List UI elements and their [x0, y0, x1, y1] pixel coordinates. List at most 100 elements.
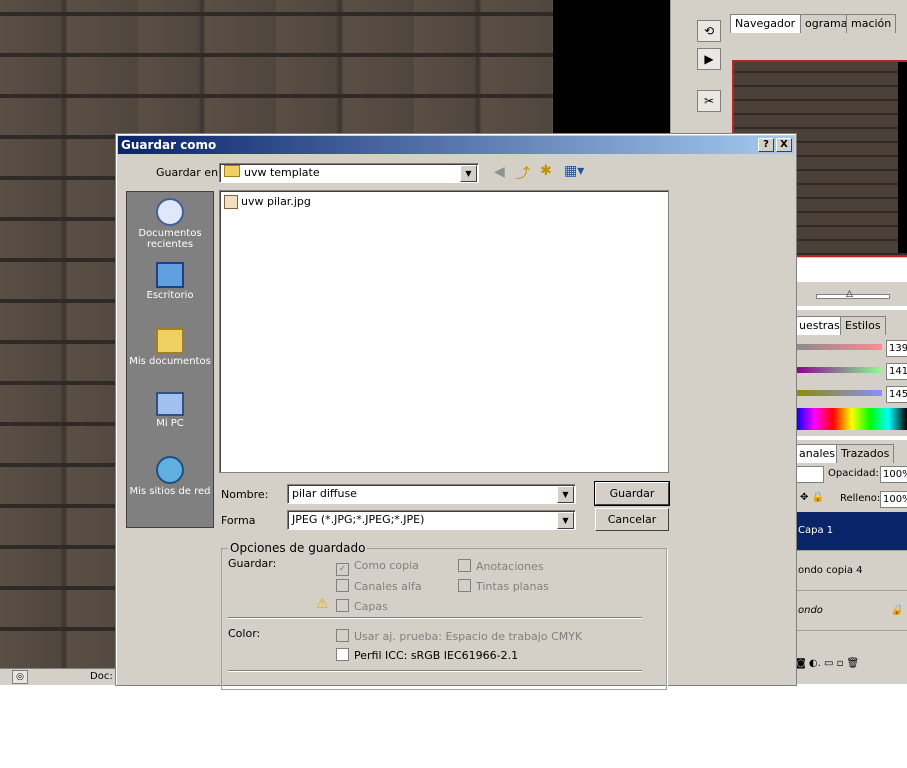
- lock-icons[interactable]: ✥ 🔒: [800, 492, 824, 503]
- green-value[interactable]: 141: [886, 363, 907, 380]
- red-value[interactable]: 139: [886, 340, 907, 357]
- icc-profile-checkbox[interactable]: Perfil ICC: sRGB IEC61966-2.1: [336, 648, 518, 662]
- warning-icon: ⚠: [316, 596, 329, 612]
- canvas-background: [553, 0, 670, 135]
- red-slider[interactable]: [796, 344, 882, 350]
- navigator-preview-edge: [898, 62, 907, 253]
- folder-icon: [224, 165, 240, 177]
- view-menu-icon[interactable]: ▦▾: [564, 163, 584, 179]
- use-proof-checkbox[interactable]: Usar aj. prueba: Espacio de trabajo CMYK: [336, 629, 582, 643]
- status-menu-icon[interactable]: ◎: [12, 670, 28, 684]
- color-panel: uestras Estilos 139 141 145: [794, 310, 907, 436]
- close-button[interactable]: X: [776, 138, 792, 152]
- zoom-slider[interactable]: △: [796, 282, 907, 306]
- color-spectrum[interactable]: [796, 408, 907, 430]
- chevron-down-icon: ▼: [557, 486, 574, 503]
- place-label: Mis sitios de red: [129, 486, 211, 497]
- save-in-value: uvw template: [244, 166, 320, 179]
- format-label: Forma: [221, 514, 256, 527]
- save-label: Guardar:: [228, 557, 277, 570]
- checkbox-label: Canales alfa: [354, 580, 422, 593]
- blend-mode-select[interactable]: [796, 466, 824, 483]
- place-recent[interactable]: Documentos recientes: [127, 198, 213, 250]
- dialog-title: Guardar como: [121, 138, 217, 152]
- place-label: Documentos recientes: [138, 228, 202, 250]
- network-places-icon: [156, 456, 184, 484]
- my-computer-icon: [156, 392, 184, 416]
- checkbox-label: Perfil ICC: sRGB IEC61966-2.1: [354, 649, 519, 662]
- up-folder-icon[interactable]: ⤴: [516, 163, 530, 183]
- file-name-value: pilar diffuse: [292, 487, 357, 500]
- dialog-titlebar[interactable]: Guardar como ? X: [118, 136, 794, 154]
- help-button[interactable]: ?: [758, 138, 774, 152]
- tab-channels[interactable]: anales: [794, 444, 841, 463]
- layer-name: ondo: [798, 605, 823, 616]
- desktop-icon: [156, 262, 184, 288]
- checkbox-label: Tintas planas: [476, 580, 549, 593]
- recent-documents-icon: [156, 198, 184, 226]
- color-label: Color:: [228, 627, 261, 640]
- list-item[interactable]: uvw pilar.jpg: [224, 195, 311, 209]
- checkbox-label: Usar aj. prueba: Espacio de trabajo CMYK: [354, 630, 583, 643]
- alpha-channels-checkbox[interactable]: Canales alfa: [336, 579, 422, 593]
- save-button[interactable]: Guardar: [594, 481, 670, 506]
- place-desktop[interactable]: Escritorio: [127, 262, 213, 301]
- fill-input[interactable]: 100%: [880, 491, 907, 508]
- layers-checkbox[interactable]: Capas: [336, 599, 388, 613]
- opacity-input[interactable]: 100%: [880, 466, 907, 483]
- layer-row[interactable]: ondo 🔒: [796, 592, 907, 631]
- options-divider: [228, 617, 642, 619]
- green-slider[interactable]: [796, 367, 882, 373]
- save-in-label: Guardar en:: [156, 166, 222, 179]
- chevron-down-icon: ▼: [460, 165, 477, 182]
- layer-row[interactable]: ondo copia 4: [796, 552, 907, 591]
- file-list[interactable]: uvw pilar.jpg: [219, 190, 669, 473]
- new-folder-icon[interactable]: ✱: [540, 163, 552, 179]
- back-icon[interactable]: ◀: [494, 164, 505, 180]
- tool-strip: ⟲ ▶ ✂: [696, 0, 726, 135]
- tab-info[interactable]: mación: [846, 14, 897, 33]
- format-select[interactable]: JPEG (*.JPG;*.JPEG;*.JPE) ▼: [287, 510, 576, 530]
- blue-slider[interactable]: [796, 390, 882, 396]
- blue-value[interactable]: 145: [886, 386, 907, 403]
- file-name-input[interactable]: pilar diffuse ▼: [287, 484, 576, 504]
- fill-label: Relleno:: [840, 493, 881, 504]
- place-label: Mis documentos: [129, 356, 211, 367]
- history-tool-icon[interactable]: ⟲: [697, 20, 721, 42]
- as-copy-checkbox[interactable]: ✓ Como copia: [336, 559, 419, 576]
- place-my-pc[interactable]: Mi PC: [127, 392, 213, 429]
- name-label: Nombre:: [221, 488, 269, 501]
- save-in-select[interactable]: uvw template ▼: [219, 163, 479, 183]
- layers-panel: anales Trazados Opacidad: 100% ✥ 🔒 Relle…: [794, 440, 907, 684]
- save-as-dialog: Guardar como ? X Guardar en: uvw templat…: [115, 133, 797, 690]
- spot-colors-checkbox[interactable]: Tintas planas: [458, 579, 549, 593]
- actions-play-icon[interactable]: ▶: [697, 48, 721, 70]
- checkbox-label: Como copia: [354, 559, 419, 572]
- cancel-button[interactable]: Cancelar: [595, 508, 669, 531]
- place-label: Mi PC: [156, 418, 184, 429]
- format-value: JPEG (*.JPG;*.JPEG;*.JPE): [292, 513, 425, 526]
- place-my-documents[interactable]: Mis documentos: [127, 328, 213, 367]
- opacity-label: Opacidad:: [828, 468, 879, 479]
- lock-icon: 🔒: [890, 605, 903, 616]
- tab-swatches[interactable]: uestras: [794, 316, 845, 335]
- chevron-down-icon: ▼: [557, 512, 574, 529]
- checkbox-label: Capas: [354, 600, 388, 613]
- place-network[interactable]: Mis sitios de red: [127, 456, 213, 497]
- tab-paths[interactable]: Trazados: [836, 444, 895, 463]
- layer-name: ondo copia 4: [798, 565, 863, 576]
- tool-presets-icon[interactable]: ✂: [697, 90, 721, 112]
- my-documents-icon: [156, 328, 184, 354]
- options-divider: [228, 670, 642, 672]
- jpeg-file-icon: [224, 195, 238, 209]
- doc-size-label: Doc:: [90, 671, 113, 682]
- place-label: Escritorio: [146, 290, 194, 301]
- tab-histogram[interactable]: ograma: [800, 14, 853, 33]
- places-bar: Documentos recientes Escritorio Mis docu…: [126, 191, 214, 528]
- checkbox-label: Anotaciones: [476, 560, 544, 573]
- layer-name: Capa 1: [798, 525, 834, 536]
- annotations-checkbox[interactable]: Anotaciones: [458, 559, 544, 573]
- layer-buttons[interactable]: ◙ ◐. ▭ ▫ 🗑: [796, 658, 907, 669]
- layer-row[interactable]: Capa 1: [796, 512, 907, 551]
- tab-styles[interactable]: Estilos: [840, 316, 886, 335]
